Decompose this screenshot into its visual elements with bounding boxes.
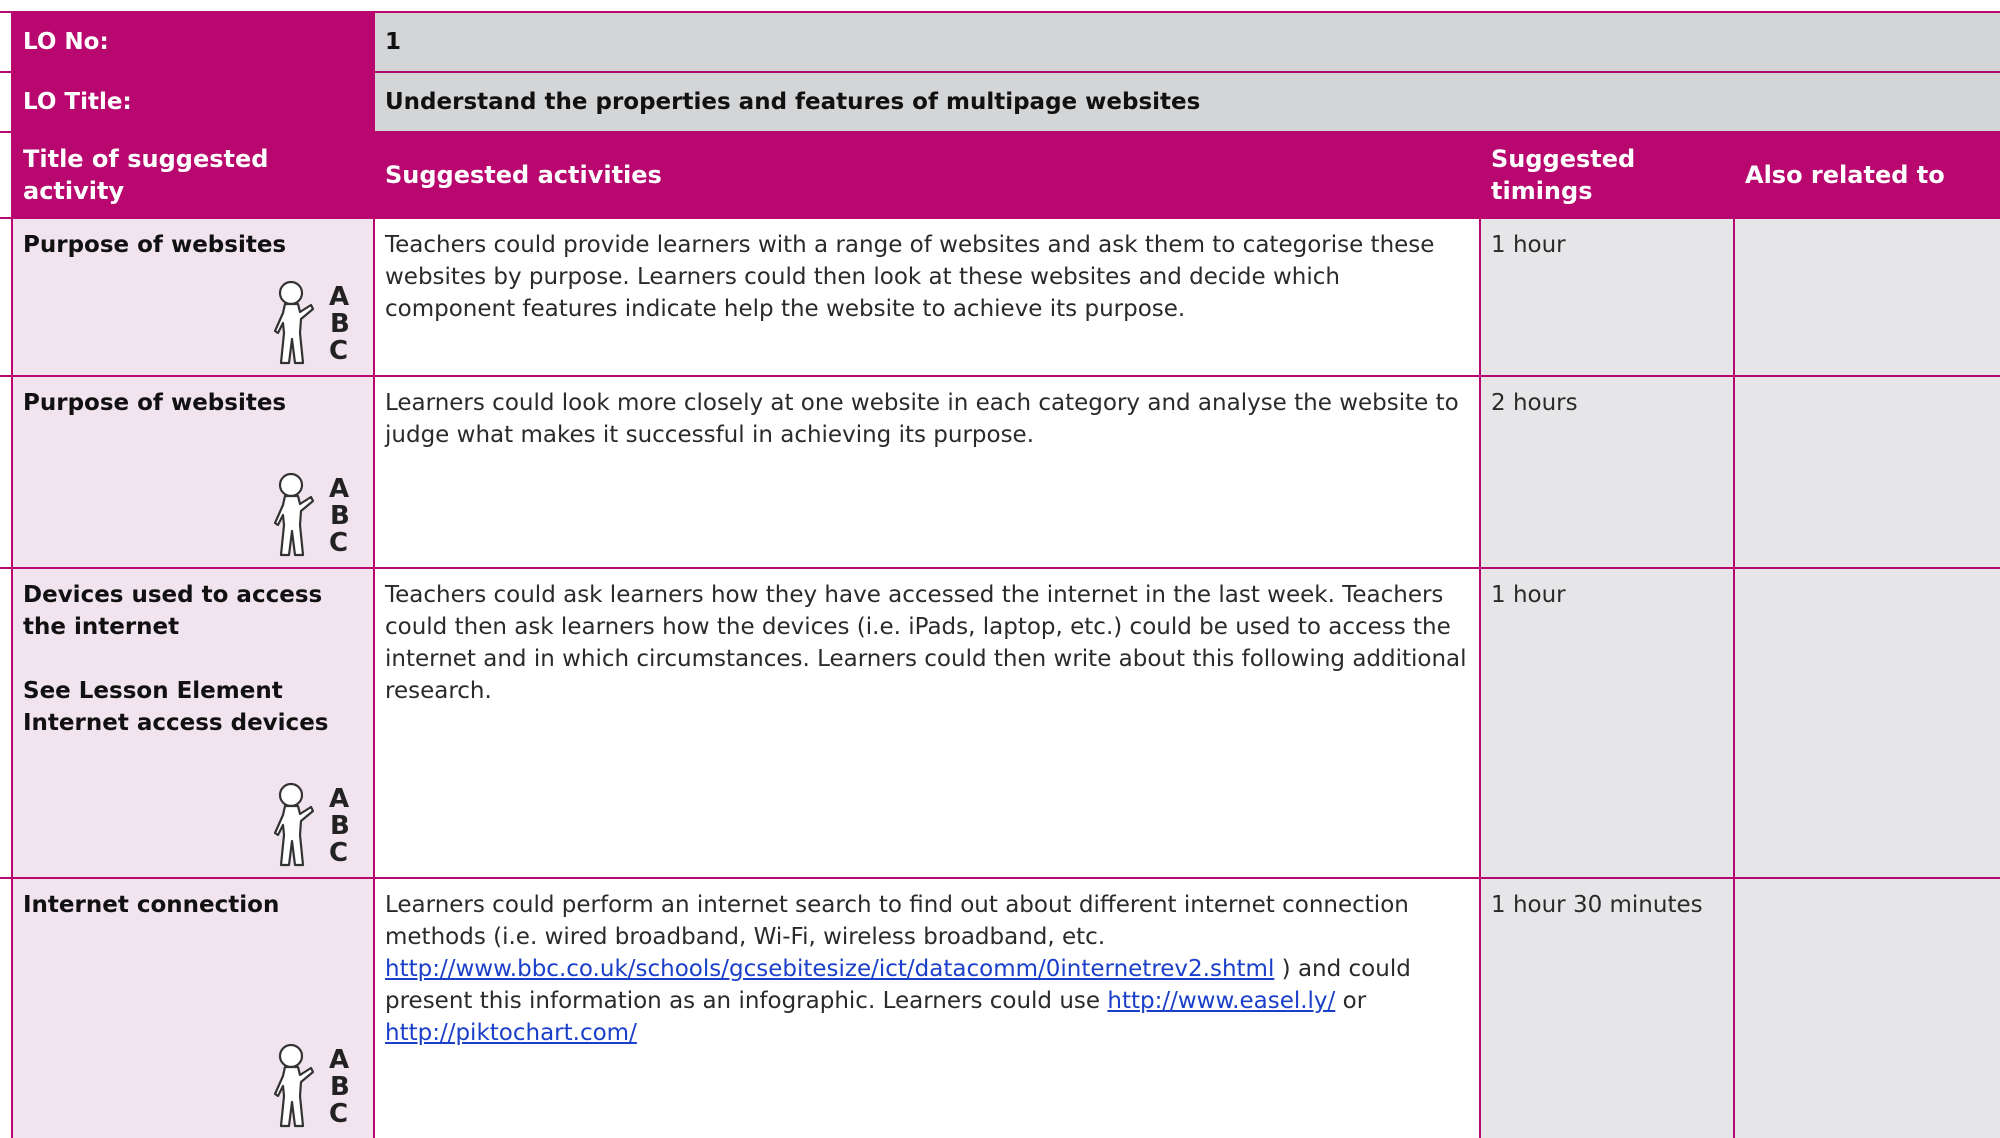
activity-text: Learners could perform an internet searc… bbox=[385, 892, 1409, 950]
svg-text:C: C bbox=[329, 1099, 348, 1128]
svg-text:C: C bbox=[329, 528, 348, 557]
learner-abc-icon: ABC bbox=[269, 471, 361, 557]
easelly-link[interactable]: http://www.easel.ly/ bbox=[1107, 988, 1335, 1014]
svg-text:A: A bbox=[329, 784, 349, 814]
svg-text:B: B bbox=[330, 811, 350, 841]
piktochart-link[interactable]: http://piktochart.com/ bbox=[385, 1020, 637, 1046]
activity-title-cell: Purpose of websites ABC bbox=[11, 375, 375, 569]
svg-text:B: B bbox=[330, 501, 350, 531]
table-row: Devices used to access the internet See … bbox=[0, 567, 2000, 879]
activity-title: Internet connection bbox=[23, 892, 280, 918]
table-row: Purpose of websites ABC Teachers could p… bbox=[0, 217, 2000, 377]
header-title-of-activity: Title of suggested activity bbox=[11, 131, 375, 219]
also-related-cell bbox=[1733, 375, 2000, 569]
activity-text: or bbox=[1335, 988, 1367, 1014]
svg-text:C: C bbox=[329, 336, 348, 365]
svg-text:C: C bbox=[329, 838, 348, 867]
header-also-related-to: Also related to bbox=[1733, 131, 2000, 219]
table-row: Internet connection ABC Learners could p… bbox=[0, 877, 2000, 1138]
header-suggested-timings: Suggested timings bbox=[1479, 131, 1735, 219]
svg-text:A: A bbox=[329, 1045, 349, 1075]
activity-description: Teachers could ask learners how they hav… bbox=[373, 567, 1481, 879]
lo-title-label: LO Title: bbox=[11, 71, 375, 133]
activity-title-cell: Devices used to access the internet See … bbox=[11, 567, 375, 879]
lesson-plan-table: LO No: 1 LO Title: Understand the proper… bbox=[0, 0, 2000, 1138]
activity-description: Learners could perform an internet searc… bbox=[373, 877, 1481, 1138]
svg-text:A: A bbox=[329, 474, 349, 504]
lo-title-row: LO Title: Understand the properties and … bbox=[0, 71, 2000, 133]
also-related-cell bbox=[1733, 877, 2000, 1138]
lesson-element-reference: See Lesson Element Internet access devic… bbox=[23, 678, 329, 736]
also-related-cell bbox=[1733, 567, 2000, 879]
column-header-row: Title of suggested activity Suggested ac… bbox=[0, 131, 2000, 219]
lo-number-label: LO No: bbox=[11, 11, 375, 73]
activity-title: Purpose of websites bbox=[23, 232, 287, 258]
activity-timing: 1 hour bbox=[1479, 567, 1735, 879]
lo-title-value: Understand the properties and features o… bbox=[373, 71, 2000, 133]
activity-timing: 1 hour bbox=[1479, 217, 1735, 377]
svg-text:A: A bbox=[329, 282, 349, 312]
activity-title: Purpose of websites bbox=[23, 390, 287, 416]
also-related-cell bbox=[1733, 217, 2000, 377]
lo-number-row: LO No: 1 bbox=[0, 11, 2000, 73]
bbc-bitesize-link[interactable]: http://www.bbc.co.uk/schools/gcsebitesiz… bbox=[385, 956, 1274, 982]
svg-text:B: B bbox=[330, 1072, 350, 1102]
lo-number-value: 1 bbox=[373, 11, 2000, 73]
activity-description: Learners could look more closely at one … bbox=[373, 375, 1481, 569]
activity-timing: 2 hours bbox=[1479, 375, 1735, 569]
table-row: Purpose of websites ABC Learners could l… bbox=[0, 375, 2000, 569]
learner-abc-icon: ABC bbox=[269, 1042, 361, 1128]
activity-title-cell: Purpose of websites ABC bbox=[11, 217, 375, 377]
learner-abc-icon: ABC bbox=[269, 279, 361, 365]
activity-title: Devices used to access the internet bbox=[23, 582, 323, 640]
activity-title-cell: Internet connection ABC bbox=[11, 877, 375, 1138]
header-suggested-activities: Suggested activities bbox=[373, 131, 1481, 219]
activity-description: Teachers could provide learners with a r… bbox=[373, 217, 1481, 377]
svg-text:B: B bbox=[330, 309, 350, 339]
learner-abc-icon: ABC bbox=[269, 781, 361, 867]
activity-timing: 1 hour 30 minutes bbox=[1479, 877, 1735, 1138]
